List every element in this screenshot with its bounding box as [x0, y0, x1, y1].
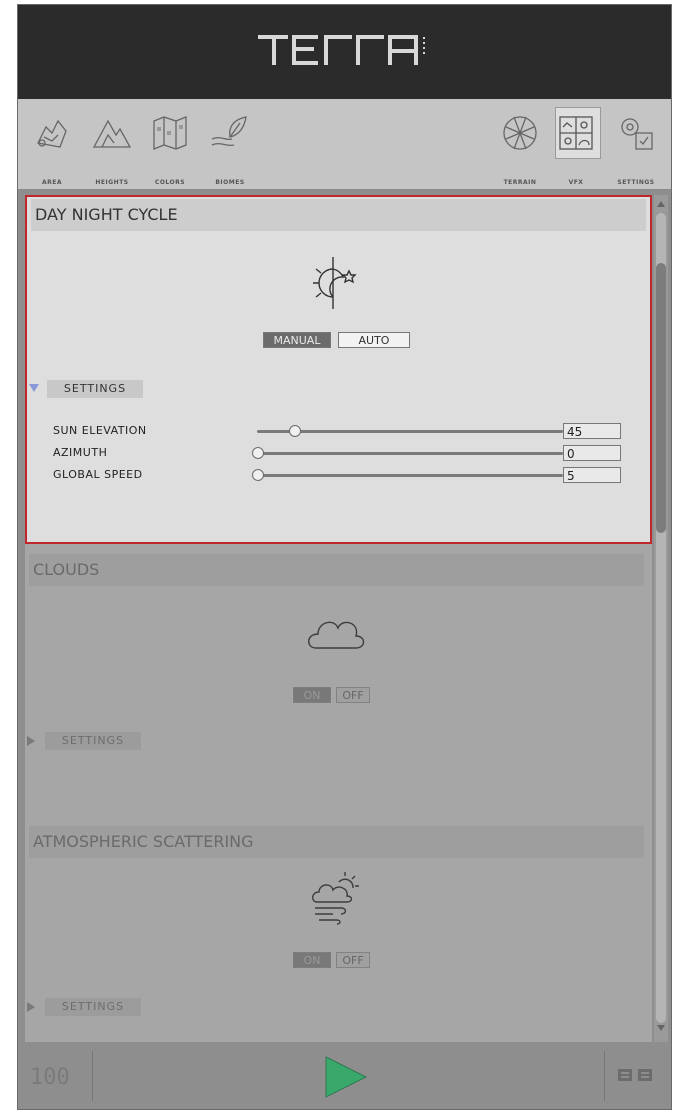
settings-button: SETTINGS: [45, 998, 141, 1016]
scroll-down-icon[interactable]: [657, 1025, 665, 1031]
fps-counter: 100: [30, 1065, 70, 1090]
azimuth-field[interactable]: 0: [563, 445, 621, 461]
divider: [92, 1051, 93, 1101]
scroll-thumb[interactable]: [656, 263, 666, 533]
section-title: DAY NIGHT CYCLE: [35, 205, 178, 224]
cloud-icon: [308, 621, 365, 649]
clouds-header[interactable]: CLOUDS: [29, 554, 644, 586]
day-night-header[interactable]: DAY NIGHT CYCLE: [31, 199, 646, 231]
toolbar: AREA HEIGHTS COLORS BIOMES TERRAIN VFX S…: [18, 99, 671, 190]
atmospheric-scattering-section: ATMOSPHERIC SCATTERING ON OFF SETTINGS: [25, 824, 652, 1042]
layout-icon[interactable]: [616, 1067, 656, 1083]
scroll-up-icon[interactable]: [657, 201, 665, 207]
clouds-off-button[interactable]: OFF: [336, 687, 370, 703]
tool-terrain[interactable]: TERRAIN: [490, 105, 550, 186]
tool-label: AREA: [41, 179, 62, 186]
terra-logo: [258, 35, 425, 65]
heights-icon: [92, 119, 132, 148]
azimuth-label: AZIMUTH: [53, 446, 108, 459]
vertical-scrollbar[interactable]: [654, 195, 668, 1042]
auto-button[interactable]: AUTO: [338, 332, 410, 348]
atmo-off-button[interactable]: OFF: [336, 952, 370, 968]
clouds-section: CLOUDS ON OFF SETTINGS: [25, 544, 652, 824]
day-night-settings-toggle[interactable]: SETTINGS: [27, 380, 227, 400]
section-title: CLOUDS: [33, 560, 100, 579]
play-icon[interactable]: [318, 1053, 370, 1101]
sun-elevation-field[interactable]: 45: [563, 423, 621, 439]
footer-bar: 100: [18, 1045, 671, 1107]
vfx-panel: DAY NIGHT CYCLE MANUAL AUTO SETTINGS SUN…: [25, 195, 652, 1042]
sun-elevation-knob[interactable]: [288, 425, 301, 437]
tool-label: SETTINGS: [617, 179, 655, 186]
atmosphere-icon: [312, 872, 359, 925]
sun-elevation-label: SUN ELEVATION: [53, 424, 147, 437]
app-window: AREA HEIGHTS COLORS BIOMES TERRAIN VFX S…: [17, 4, 672, 1110]
global-speed-label: GLOBAL SPEED: [53, 468, 143, 481]
azimuth-slider[interactable]: [257, 452, 563, 455]
global-speed-field[interactable]: 5: [563, 467, 621, 483]
settings-button: SETTINGS: [45, 732, 141, 750]
day-night-section: DAY NIGHT CYCLE MANUAL AUTO SETTINGS SUN…: [25, 195, 652, 544]
tool-area[interactable]: AREA: [22, 105, 82, 186]
tool-label: COLORS: [154, 179, 186, 186]
clouds-settings-toggle[interactable]: SETTINGS: [25, 732, 225, 752]
tool-heights[interactable]: HEIGHTS: [82, 105, 142, 186]
expanded-arrow-icon: [29, 384, 39, 392]
terrain-icon: [503, 116, 537, 150]
area-icon: [37, 119, 67, 148]
app-header: [18, 5, 671, 99]
section-title: ATMOSPHERIC SCATTERING: [33, 832, 254, 851]
tool-biomes[interactable]: BIOMES: [200, 105, 260, 186]
global-speed-slider[interactable]: [257, 474, 563, 477]
settings-icon: [621, 118, 653, 150]
atmo-settings-toggle[interactable]: SETTINGS: [25, 998, 225, 1018]
manual-button[interactable]: MANUAL: [263, 332, 331, 348]
tool-vfx[interactable]: VFX: [546, 105, 606, 186]
collapsed-arrow-icon: [27, 1002, 35, 1012]
tool-label: TERRAIN: [503, 179, 537, 186]
tool-label: VFX: [568, 179, 584, 186]
collapsed-arrow-icon: [27, 736, 35, 746]
settings-button: SETTINGS: [47, 380, 143, 398]
azimuth-knob[interactable]: [252, 447, 264, 459]
sun-elevation-slider[interactable]: [257, 430, 563, 433]
day-night-icon: [313, 257, 357, 309]
tool-label: HEIGHTS: [95, 179, 129, 186]
atmospheric-header[interactable]: ATMOSPHERIC SCATTERING: [29, 826, 644, 858]
divider: [604, 1051, 605, 1101]
biomes-icon: [211, 116, 247, 147]
global-speed-knob[interactable]: [252, 469, 264, 481]
clouds-on-button[interactable]: ON: [293, 687, 331, 703]
tool-settings[interactable]: SETTINGS: [606, 105, 666, 186]
colors-icon: [153, 116, 187, 150]
tool-label: BIOMES: [215, 179, 245, 186]
atmo-on-button[interactable]: ON: [293, 952, 331, 968]
vfx-icon: [559, 116, 593, 150]
tool-colors[interactable]: COLORS: [140, 105, 200, 186]
